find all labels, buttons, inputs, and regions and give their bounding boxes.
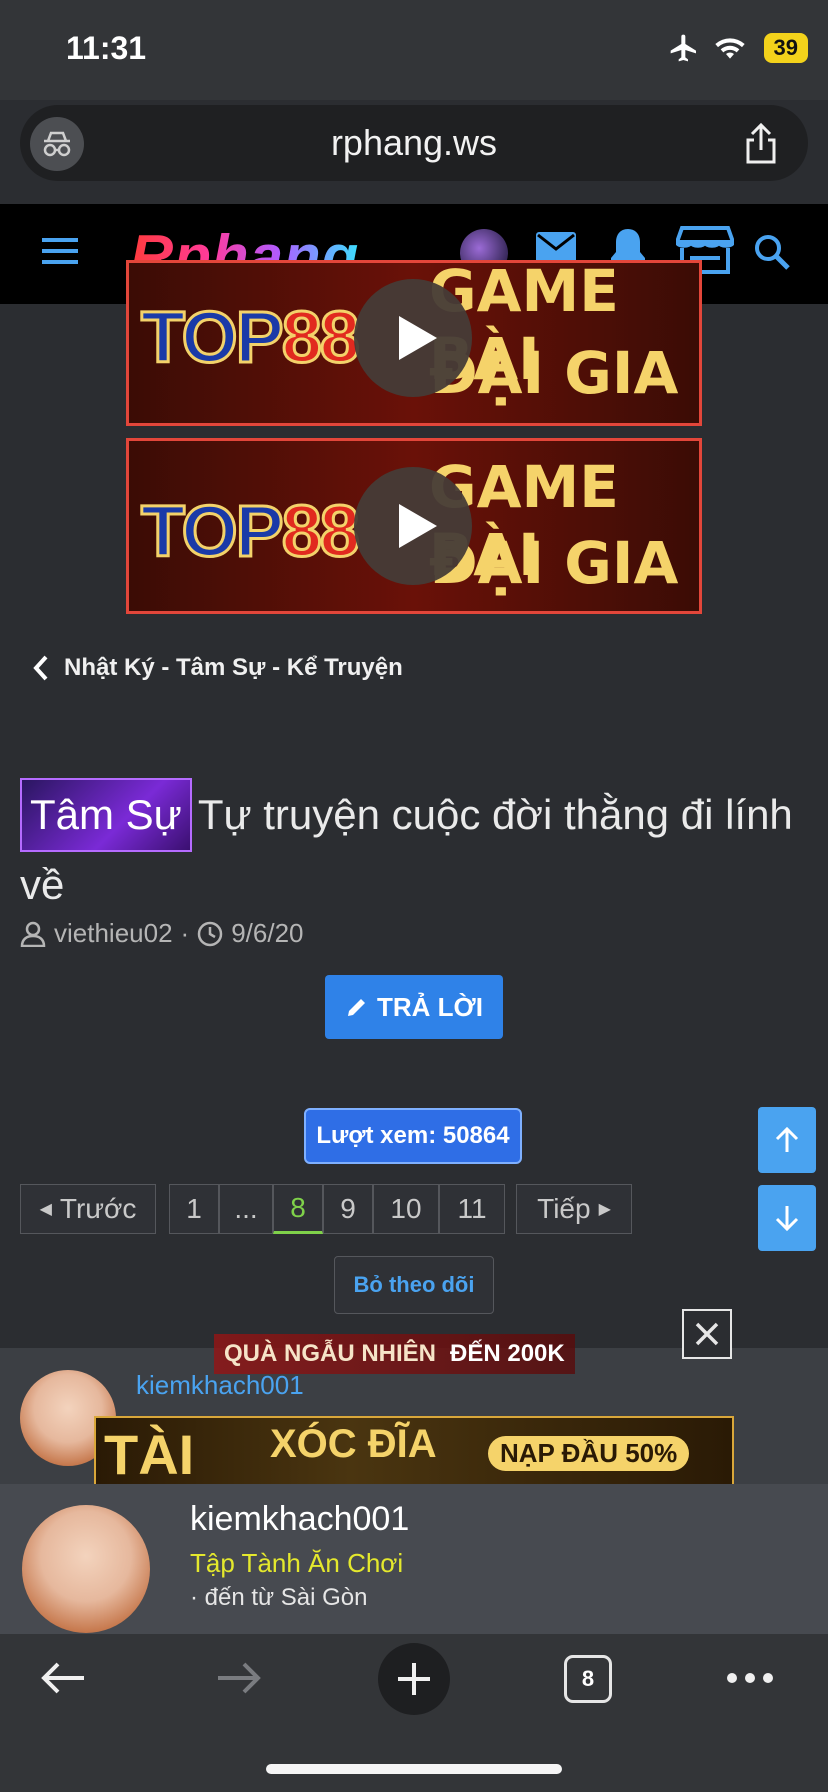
url-text[interactable]: rphang.ws — [0, 122, 828, 164]
hamburger-menu-icon[interactable] — [40, 234, 80, 273]
user-card-name[interactable]: kiemkhach001 — [190, 1500, 409, 1539]
page-link[interactable]: 10 — [373, 1184, 439, 1234]
post-username[interactable]: kiemkhach001 — [136, 1370, 304, 1401]
battery-indicator: 39 — [763, 33, 808, 63]
pencil-icon — [348, 999, 366, 1016]
page-link-current[interactable]: 8 — [273, 1184, 323, 1234]
banner-brand-number: 88 — [280, 491, 361, 574]
thread-prefix[interactable]: Tâm Sự — [20, 778, 192, 852]
search-icon[interactable] — [752, 232, 792, 277]
page-ellipsis[interactable]: ... — [219, 1184, 273, 1234]
meta-separator: · — [180, 918, 190, 948]
status-icons: 39 — [668, 32, 808, 64]
thread-author[interactable]: viethieu02 — [54, 918, 173, 949]
banner-brand-number: 88 — [280, 297, 361, 380]
share-icon[interactable] — [740, 122, 782, 171]
close-ad-button[interactable] — [682, 1309, 732, 1359]
ad-promo-right: ĐẾN 200K — [450, 1340, 565, 1367]
page-link[interactable]: 1 — [169, 1184, 219, 1234]
new-tab-button[interactable] — [378, 1643, 450, 1715]
ad-promo-strip[interactable]: QUÀ NGẪU NHIÊN ĐẾN 200K — [214, 1334, 575, 1374]
caret-right-icon: ▶ — [598, 1201, 611, 1218]
user-card-location: · đến từ Sài Gòn — [190, 1584, 368, 1611]
thread-date[interactable]: 9/6/20 — [231, 918, 303, 949]
tabs-button[interactable]: 8 — [564, 1655, 612, 1703]
plus-icon — [398, 1663, 430, 1695]
chevron-left-icon — [33, 655, 48, 681]
thread-title: Tâm Sự Tự truyện cuộc đời thằng đi lính v… — [20, 778, 810, 918]
more-options-icon[interactable] — [726, 1670, 774, 1691]
clock: 11:31 — [66, 30, 147, 66]
thread-meta: viethieu02 · 9/6/20 — [20, 918, 304, 949]
breadcrumb[interactable]: Nhật Ký - Tâm Sự - Kể Truyện — [32, 654, 403, 682]
close-icon — [695, 1322, 719, 1346]
prev-page-button[interactable]: ◀ Trước — [20, 1184, 156, 1234]
next-label: Tiếp — [537, 1193, 591, 1224]
caret-left-icon: ◀ — [39, 1201, 52, 1218]
ad-line3: NẠP ĐẦU 50% — [488, 1436, 690, 1471]
scroll-up-button[interactable] — [758, 1107, 816, 1173]
page-link[interactable]: 11 — [439, 1184, 505, 1234]
banner-brand: TOP — [140, 491, 286, 574]
user-card-avatar[interactable] — [22, 1505, 150, 1633]
reply-label: TRẢ LỜI — [377, 991, 483, 1022]
scroll-down-button[interactable] — [758, 1185, 816, 1251]
user-card-rank: Tập Tành Ăn Chơi — [190, 1548, 404, 1578]
unwatch-button[interactable]: Bỏ theo dõi — [334, 1256, 494, 1314]
clock-icon — [197, 921, 223, 946]
ad-line2: XÓC ĐĨA — [270, 1422, 437, 1466]
play-button[interactable] — [354, 279, 472, 397]
wifi-icon — [714, 38, 745, 59]
prev-label: Trước — [59, 1193, 137, 1224]
ad-line1: TÀI — [104, 1423, 195, 1486]
ad-promo-left: QUÀ NGẪU NHIÊN — [224, 1340, 437, 1367]
forward-arrow-icon[interactable] — [214, 1658, 264, 1703]
next-page-button[interactable]: Tiếp ▶ — [516, 1184, 632, 1234]
banner-brand: TOP — [140, 297, 286, 380]
back-arrow-icon[interactable] — [38, 1658, 88, 1703]
user-icon — [20, 921, 46, 947]
ad-banner-xocdia[interactable]: TÀI XÓC ĐĨA NẠP ĐẦU 50% — [94, 1416, 734, 1488]
view-count-badge: Lượt xem: 50864 — [304, 1108, 522, 1164]
airplane-icon — [670, 34, 696, 62]
reply-button[interactable]: TRẢ LỜI — [325, 975, 503, 1039]
breadcrumb-label[interactable]: Nhật Ký - Tâm Sự - Kể Truyện — [64, 654, 403, 682]
pagination-next[interactable]: Tiếp ▶ — [516, 1184, 632, 1234]
page-link[interactable]: 9 — [323, 1184, 373, 1234]
arrow-up-icon — [775, 1126, 799, 1152]
pagination: 1 ... 8 9 10 11 — [169, 1184, 505, 1234]
home-indicator[interactable] — [266, 1764, 562, 1774]
pagination-prev[interactable]: ◀ Trước — [20, 1184, 156, 1234]
arrow-down-icon — [775, 1206, 799, 1232]
play-button[interactable] — [354, 467, 472, 585]
